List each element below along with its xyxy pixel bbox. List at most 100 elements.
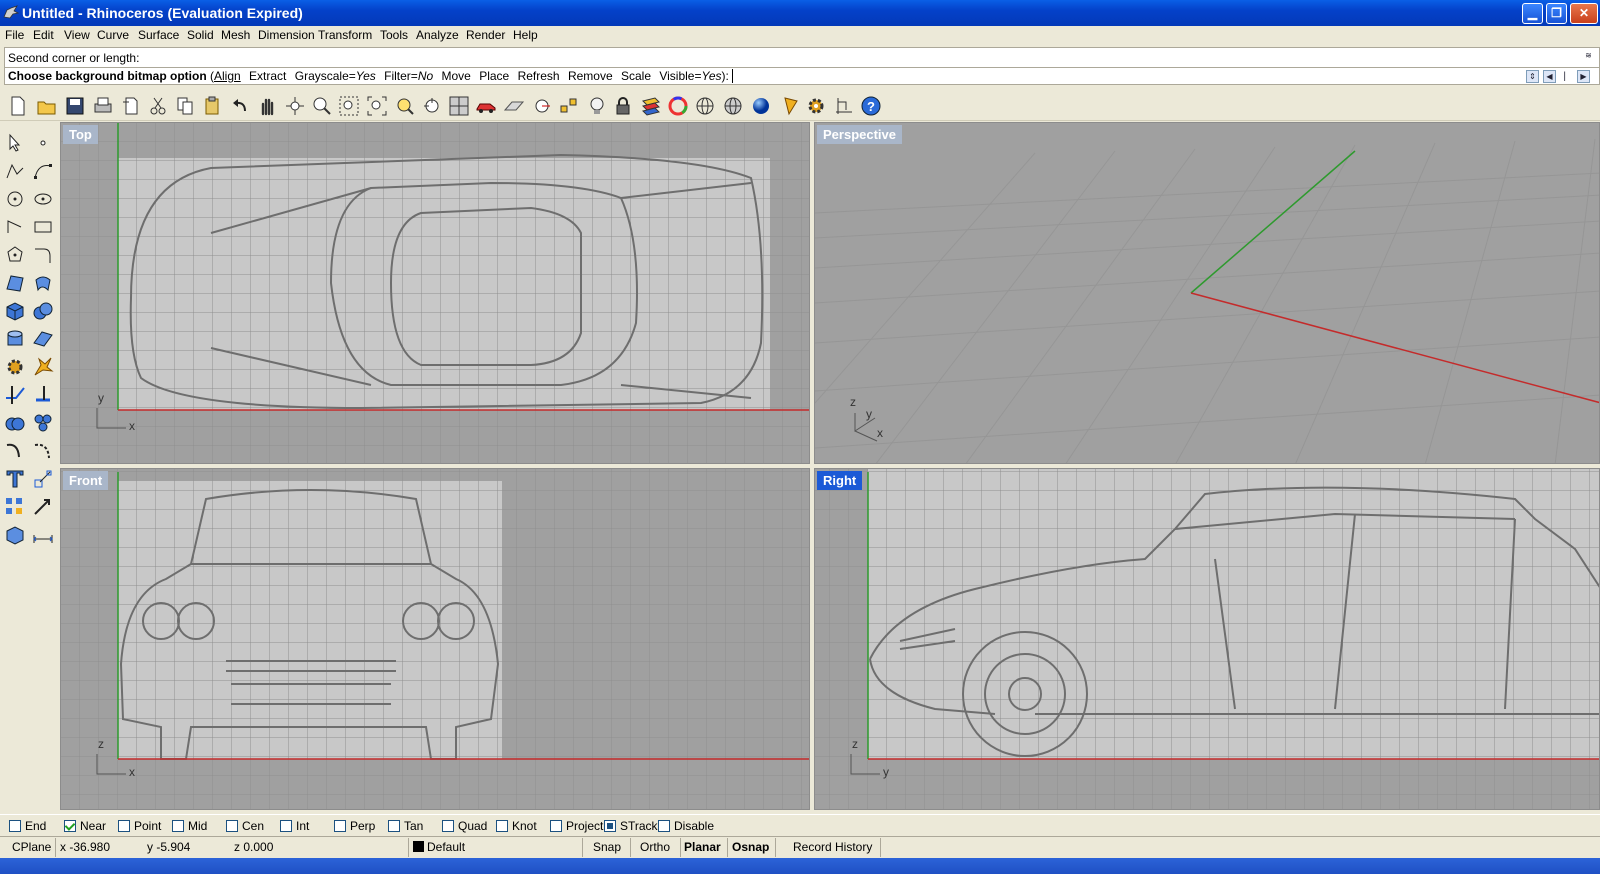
circle-button[interactable]: [2, 186, 28, 212]
osnap-knot[interactable]: Knot: [496, 819, 537, 833]
viewport-right[interactable]: Right z y: [814, 468, 1600, 810]
option-move[interactable]: Move: [442, 69, 471, 83]
scroll-left-icon[interactable]: ◀: [1543, 70, 1556, 83]
osnap-point[interactable]: Point: [118, 819, 161, 833]
osnap-perp[interactable]: Perp: [334, 819, 375, 833]
status-layer[interactable]: Default: [413, 840, 465, 854]
osnap-point-checkbox[interactable]: [118, 820, 130, 832]
option-remove[interactable]: Remove: [568, 69, 613, 83]
undo-button[interactable]: [228, 95, 252, 117]
rotate-view-button[interactable]: [283, 95, 307, 117]
copy-button[interactable]: [173, 95, 197, 117]
rectangle-button[interactable]: [30, 214, 56, 240]
menu-help[interactable]: Help: [513, 28, 538, 42]
status-osnap-toggle[interactable]: Osnap: [732, 840, 769, 854]
object-snap-button[interactable]: [557, 95, 581, 117]
viewport-front[interactable]: Front z x: [60, 468, 810, 810]
block-button[interactable]: [2, 522, 28, 548]
array-button[interactable]: [2, 494, 28, 520]
osnap-int[interactable]: Int: [280, 819, 309, 833]
menu-render[interactable]: Render: [466, 28, 505, 42]
import-button[interactable]: [119, 95, 143, 117]
osnap-disable-checkbox[interactable]: [658, 820, 670, 832]
minimize-button[interactable]: ▁: [1522, 3, 1543, 24]
menu-solid[interactable]: Solid: [187, 28, 214, 42]
ellipse-button[interactable]: [30, 186, 56, 212]
polyline-button[interactable]: [2, 158, 28, 184]
layer-button[interactable]: [639, 95, 663, 117]
help-button[interactable]: ?: [859, 95, 883, 117]
viewport-top[interactable]: Top y x: [60, 122, 810, 464]
boolean-split-button[interactable]: [30, 410, 56, 436]
menu-file[interactable]: File: [5, 28, 24, 42]
history-scroll-icon[interactable]: ≋: [1582, 49, 1595, 62]
osnap-near-checkbox[interactable]: [64, 820, 76, 832]
annotation-button[interactable]: [779, 95, 803, 117]
lock-button[interactable]: [611, 95, 635, 117]
menu-transform[interactable]: Transform: [318, 28, 372, 42]
new-button[interactable]: [6, 95, 30, 117]
option-extract[interactable]: Extract: [249, 69, 286, 83]
scroll-right-icon[interactable]: ▶: [1577, 70, 1590, 83]
menu-curve[interactable]: Curve: [97, 28, 129, 42]
zoom-window-button[interactable]: [337, 95, 361, 117]
status-record-history[interactable]: Record History: [793, 840, 872, 854]
menu-edit[interactable]: Edit: [33, 28, 54, 42]
cplane-origin-button[interactable]: [530, 95, 554, 117]
option-refresh[interactable]: Refresh: [518, 69, 560, 83]
explode-button[interactable]: [30, 354, 56, 380]
menu-analyze[interactable]: Analyze: [416, 28, 459, 42]
menu-surface[interactable]: Surface: [138, 28, 179, 42]
osnap-mid-checkbox[interactable]: [172, 820, 184, 832]
cylinder-button[interactable]: [2, 326, 28, 352]
extrude-curve-button[interactable]: [30, 270, 56, 296]
osnap-strack[interactable]: STrack: [604, 819, 658, 833]
point-button[interactable]: [30, 130, 56, 156]
command-line[interactable]: Choose background bitmap option (Align E…: [5, 67, 1599, 84]
grid-snap-button[interactable]: [832, 95, 856, 117]
status-ortho-toggle[interactable]: Ortho: [640, 840, 670, 854]
polygon-button[interactable]: [2, 242, 28, 268]
print-button[interactable]: [91, 95, 115, 117]
select-button[interactable]: [2, 130, 28, 156]
option-align[interactable]: Align: [214, 69, 241, 83]
color-wheel-button[interactable]: [666, 95, 690, 117]
status-planar-toggle[interactable]: Planar: [684, 840, 721, 854]
arc-button[interactable]: [2, 214, 28, 240]
set-cplane-button[interactable]: [502, 95, 526, 117]
osnap-cen-checkbox[interactable]: [226, 820, 238, 832]
light-button[interactable]: [585, 95, 609, 117]
option-filter[interactable]: Filter=No: [384, 69, 433, 83]
viewport-perspective[interactable]: Perspective z y x: [814, 122, 1600, 464]
option-place[interactable]: Place: [479, 69, 509, 83]
cut-button[interactable]: [146, 95, 170, 117]
save-button[interactable]: [63, 95, 87, 117]
osnap-strack-checkbox[interactable]: [604, 820, 616, 832]
wireframe-display-button[interactable]: [693, 95, 717, 117]
osnap-perp-checkbox[interactable]: [334, 820, 346, 832]
osnap-disable[interactable]: Disable: [658, 819, 714, 833]
undo-view-button[interactable]: [420, 95, 444, 117]
zoom-selected-button[interactable]: [393, 95, 417, 117]
status-snap-toggle[interactable]: Snap: [593, 840, 621, 854]
viewport-label-top[interactable]: Top: [63, 125, 98, 144]
osnap-tan[interactable]: Tan: [388, 819, 423, 833]
four-viewports-button[interactable]: [447, 95, 471, 117]
viewport-label-right[interactable]: Right: [817, 471, 863, 490]
fillet-curve-button[interactable]: [30, 242, 56, 268]
shaded-display-button[interactable]: [749, 95, 773, 117]
text-button[interactable]: [2, 466, 28, 492]
osnap-project-checkbox[interactable]: [550, 820, 562, 832]
paste-button[interactable]: [200, 95, 224, 117]
restore-button[interactable]: ❐: [1546, 3, 1567, 24]
viewport-label-front[interactable]: Front: [63, 471, 109, 490]
osnap-project[interactable]: Project: [550, 819, 603, 833]
blend-curve-button[interactable]: [30, 438, 56, 464]
ghosted-display-button[interactable]: [721, 95, 745, 117]
osnap-int-checkbox[interactable]: [280, 820, 292, 832]
trim-button[interactable]: [30, 382, 56, 408]
osnap-end[interactable]: End: [9, 819, 46, 833]
scale-button[interactable]: [30, 466, 56, 492]
zoom-extents-button[interactable]: [365, 95, 389, 117]
sphere-button[interactable]: [30, 298, 56, 324]
